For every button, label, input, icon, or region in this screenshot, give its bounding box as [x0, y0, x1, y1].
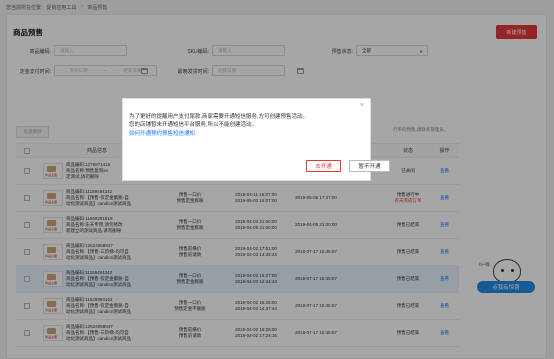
how-to-open-link[interactable]: 如何开通预约预售短信通知 — [129, 129, 195, 137]
dialog-line-2: 您的店铺暂未开通短信平台服务,所以不能创建活动。 — [129, 122, 258, 128]
close-icon[interactable]: × — [360, 102, 364, 109]
sms-service-dialog: × 为了更好的提醒用户支付尾款,商家需要开通短信服务,方可创建预售活动。 您的店… — [122, 98, 390, 181]
dialog-line-1: 为了更好的提醒用户支付尾款,商家需要开通短信服务,方可创建预售活动。 — [129, 114, 309, 120]
go-open-button[interactable]: 去开通 — [306, 160, 341, 172]
not-now-button[interactable]: 暂不开通 — [349, 160, 390, 172]
dialog-message: 为了更好的提醒用户支付尾款,商家需要开通短信服务,方可创建预售活动。 您的店铺暂… — [129, 113, 361, 129]
